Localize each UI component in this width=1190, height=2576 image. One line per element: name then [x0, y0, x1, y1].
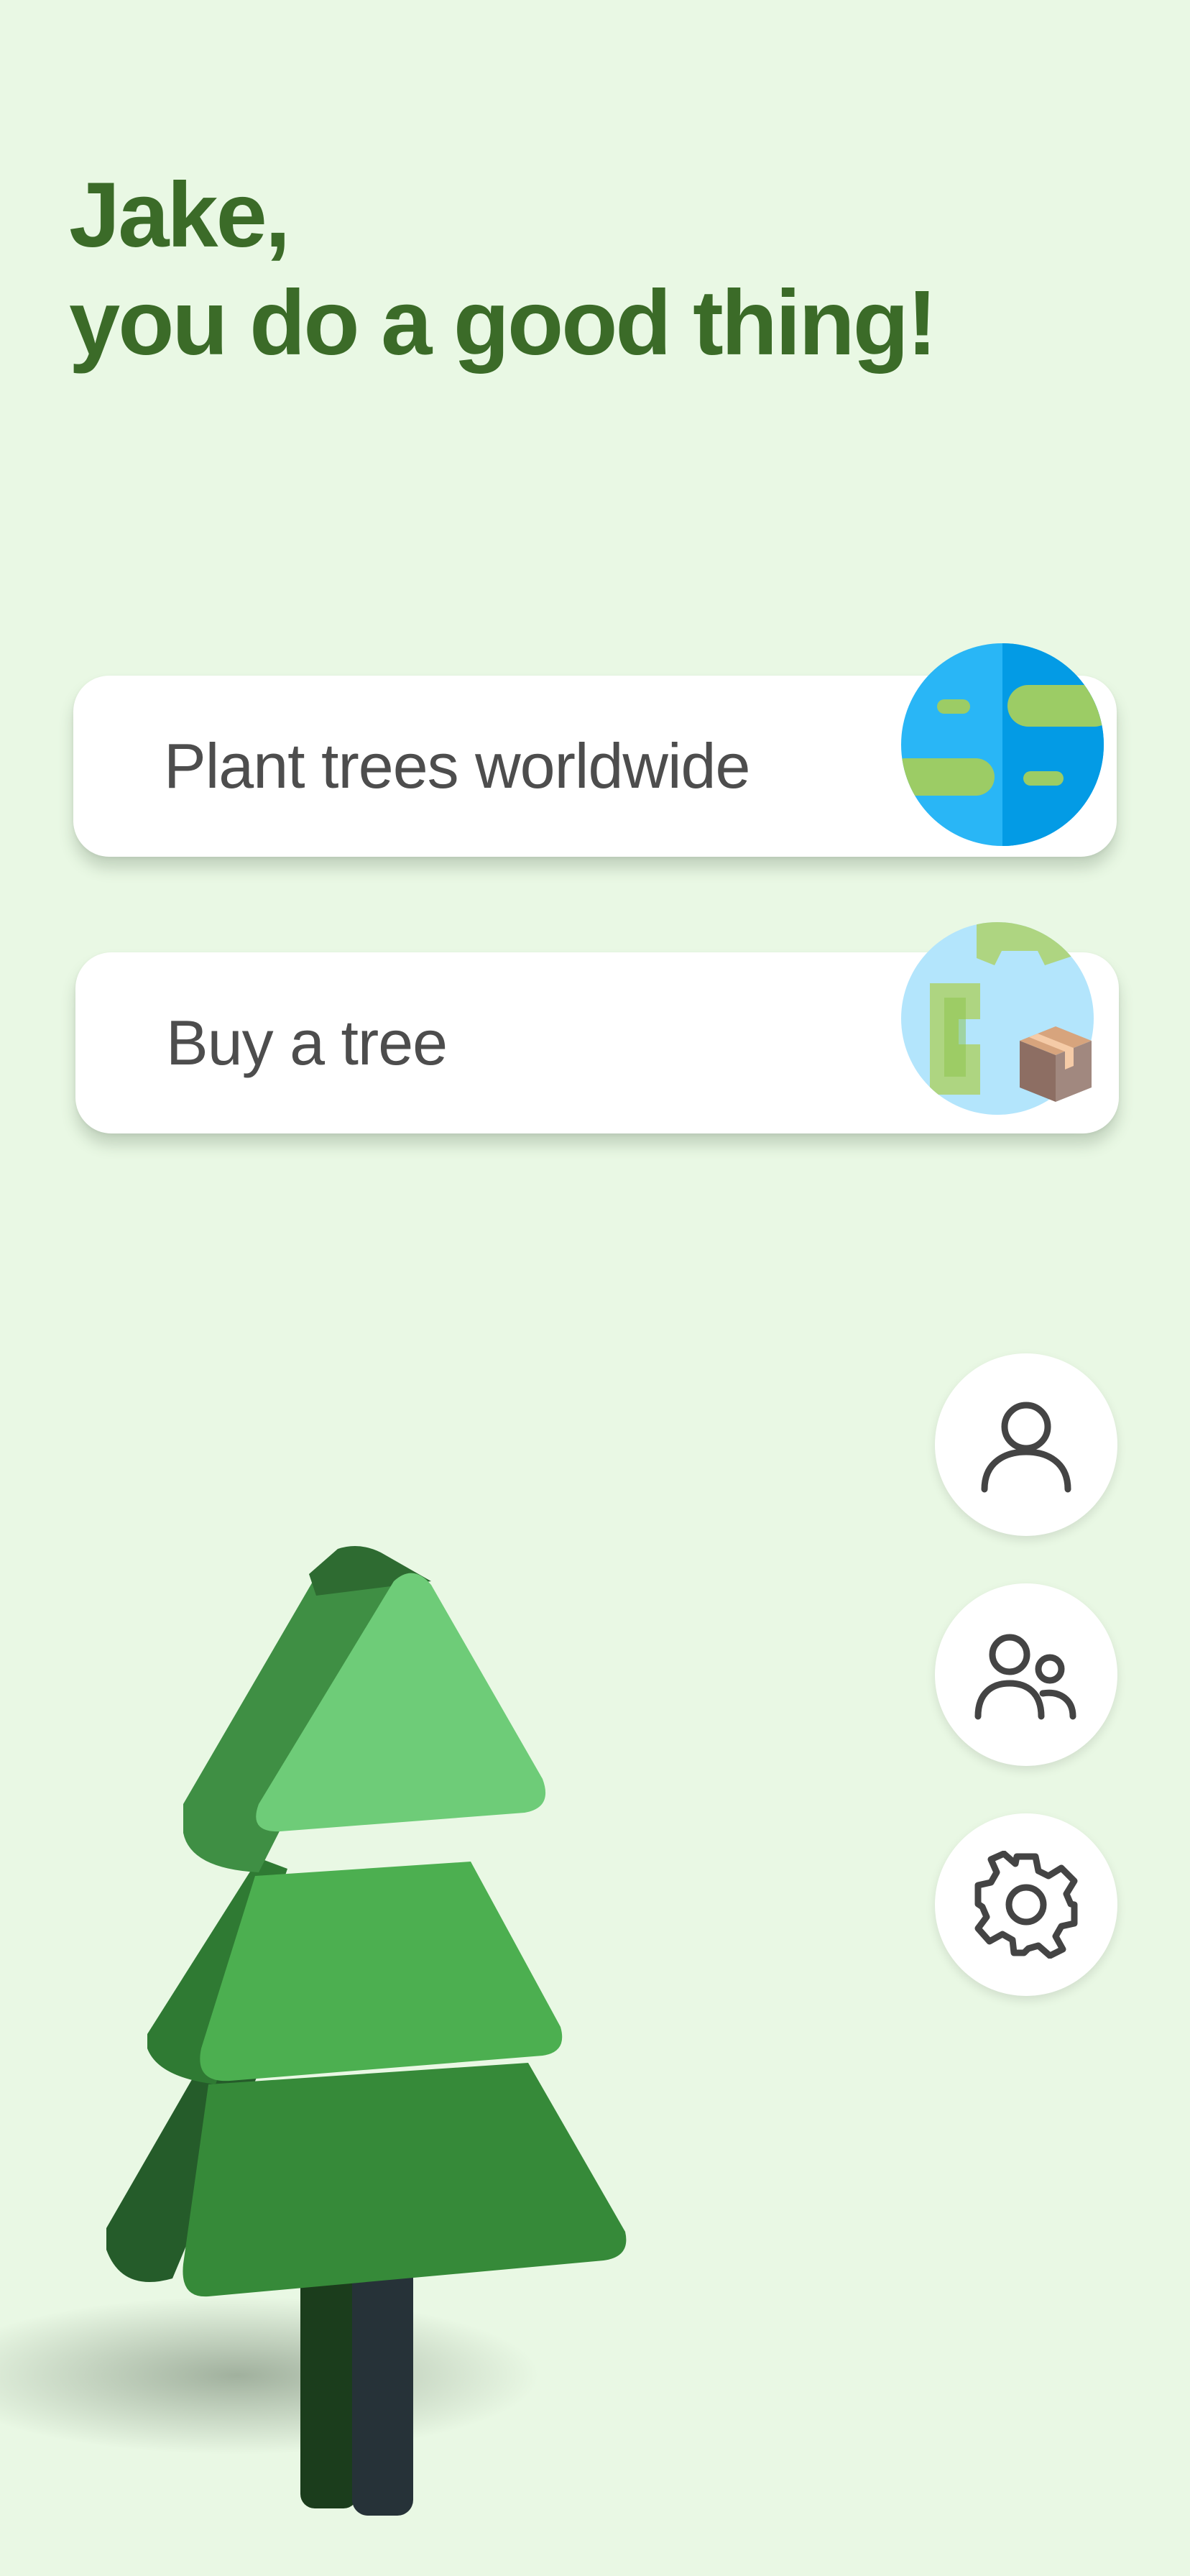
- settings-icon: [974, 1851, 1078, 1959]
- globe-icon: [901, 643, 1104, 846]
- tree-illustration: [0, 1546, 627, 2516]
- profile-button[interactable]: [935, 1353, 1117, 1536]
- profile-icon: [981, 1402, 1071, 1493]
- package-icon: [1020, 1026, 1092, 1102]
- friends-button[interactable]: [935, 1583, 1117, 1766]
- greeting-heading: Jake, you do a good thing!: [69, 162, 937, 377]
- friends-icon: [974, 1634, 1076, 1720]
- greeting-line-name: Jake,: [69, 164, 290, 267]
- greeting-line-message: you do a good thing!: [69, 272, 937, 374]
- buy-tree-label: Buy a tree: [166, 1007, 448, 1078]
- globe-package-icon: [901, 922, 1094, 1115]
- settings-button[interactable]: [935, 1813, 1117, 1996]
- plant-trees-label: Plant trees worldwide: [164, 730, 750, 801]
